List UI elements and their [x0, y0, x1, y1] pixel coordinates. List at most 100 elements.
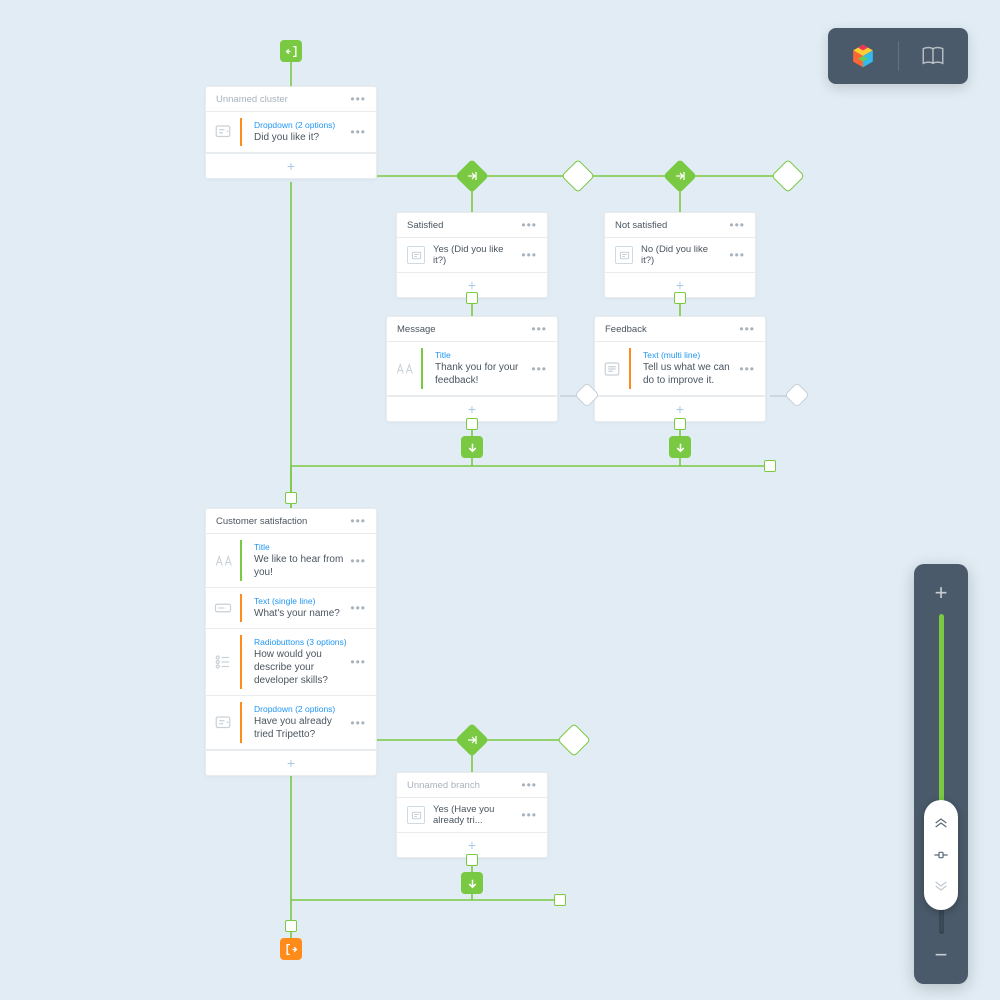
chevron-up-double-icon [933, 817, 949, 829]
row-menu[interactable]: ••• [350, 601, 366, 615]
docs-button[interactable] [899, 28, 969, 84]
field-row[interactable]: Text (single line) What's your name? ••• [206, 588, 376, 629]
branch-diamond-hollow[interactable] [561, 159, 595, 193]
cluster-menu[interactable]: ••• [739, 323, 755, 335]
field-row[interactable]: Text (multi line) Tell us what we can do… [595, 342, 765, 396]
condition-label: Yes (Did you like it?) [433, 244, 513, 266]
cluster-menu[interactable]: ••• [531, 323, 547, 335]
condition-row[interactable]: Yes (Did you like it?) ••• [397, 238, 547, 272]
connector-port[interactable] [285, 492, 297, 504]
field-row[interactable]: Title Thank you for your feedback! ••• [387, 342, 557, 396]
add-field-button[interactable]: + [206, 750, 376, 775]
field-type: Dropdown (2 options) [254, 120, 350, 130]
cluster-title: Feedback [605, 324, 647, 335]
field-label: Have you already tried Tripetto? [254, 715, 350, 741]
cluster-menu[interactable]: ••• [350, 515, 366, 527]
field-type: Dropdown (2 options) [254, 704, 350, 714]
field-label: We like to hear from you! [254, 553, 350, 579]
field-label: What's your name? [254, 607, 350, 620]
branch-end-diamond[interactable] [784, 382, 809, 407]
row-menu[interactable]: ••• [350, 125, 366, 139]
cluster-title: Message [397, 324, 436, 335]
field-row[interactable]: Dropdown (2 options) Did you like it? ••… [206, 112, 376, 153]
field-row[interactable]: Radiobuttons (3 options) How would you d… [206, 629, 376, 696]
continue-node[interactable] [461, 436, 483, 458]
zoom-slider-handle[interactable] [924, 800, 958, 910]
zoom-in-button[interactable]: + [935, 578, 948, 608]
field-type: Title [435, 350, 531, 360]
condition-row[interactable]: Yes (Have you already tri... ••• [397, 798, 547, 832]
branch-title: Satisfied [407, 220, 443, 231]
field-type: Text (multi line) [643, 350, 739, 360]
row-menu[interactable]: ••• [739, 362, 755, 376]
connector-port[interactable] [554, 894, 566, 906]
connector-port[interactable] [674, 292, 686, 304]
dropdown-icon [212, 121, 234, 143]
row-menu[interactable]: ••• [521, 249, 537, 261]
connector-port[interactable] [674, 418, 686, 430]
zoom-slider-fill [939, 614, 944, 812]
branch-menu[interactable]: ••• [521, 219, 537, 231]
condition-icon [407, 246, 425, 264]
toolbar [828, 28, 968, 84]
branch-not-satisfied[interactable]: Not satisfied ••• No (Did you like it?) … [604, 212, 756, 298]
field-type: Text (single line) [254, 596, 350, 606]
dropdown-icon [212, 712, 234, 734]
condition-icon [407, 806, 425, 824]
start-node[interactable] [280, 40, 302, 62]
row-menu[interactable]: ••• [521, 809, 537, 821]
connector-port[interactable] [466, 854, 478, 866]
zoom-slider-track[interactable] [939, 614, 944, 934]
row-menu[interactable]: ••• [350, 655, 366, 669]
fit-icon [933, 849, 949, 861]
cluster-customer-satisfaction[interactable]: Customer satisfaction ••• Title We like … [205, 508, 377, 776]
branch-diamond[interactable] [455, 159, 489, 193]
branch-menu[interactable]: ••• [729, 219, 745, 231]
connector-port[interactable] [285, 920, 297, 932]
branch-diamond-hollow[interactable] [771, 159, 805, 193]
cluster-unnamed[interactable]: Unnamed cluster ••• Dropdown (2 options)… [205, 86, 377, 179]
tripetto-logo-icon [849, 42, 877, 70]
zoom-panel: + − [914, 564, 968, 984]
end-node[interactable] [280, 938, 302, 960]
multiline-icon [601, 358, 623, 380]
cluster-menu[interactable]: ••• [350, 93, 366, 105]
connector-port[interactable] [764, 460, 776, 472]
branch-diamond-hollow[interactable] [557, 723, 591, 757]
branch-title: Not satisfied [615, 220, 667, 231]
branch-menu[interactable]: ••• [521, 779, 537, 791]
row-menu[interactable]: ••• [531, 362, 547, 376]
field-label: Did you like it? [254, 131, 350, 144]
branch-unnamed[interactable]: Unnamed branch ••• Yes (Have you already… [396, 772, 548, 858]
continue-node[interactable] [669, 436, 691, 458]
field-row[interactable]: Dropdown (2 options) Have you already tr… [206, 696, 376, 750]
branch-diamond[interactable] [455, 723, 489, 757]
add-field-button[interactable]: + [206, 153, 376, 178]
branch-title: Unnamed branch [407, 780, 480, 791]
row-menu[interactable]: ••• [729, 249, 745, 261]
connector-port[interactable] [466, 418, 478, 430]
cluster-title: Customer satisfaction [216, 516, 307, 527]
continue-node[interactable] [461, 872, 483, 894]
cluster-message[interactable]: Message ••• Title Thank you for your fee… [386, 316, 558, 422]
field-label: Thank you for your feedback! [435, 361, 531, 387]
field-label: How would you describe your developer sk… [254, 648, 350, 687]
cluster-feedback[interactable]: Feedback ••• Text (multi line) Tell us w… [594, 316, 766, 422]
row-menu[interactable]: ••• [350, 716, 366, 730]
title-icon [393, 358, 415, 380]
condition-row[interactable]: No (Did you like it?) ••• [605, 238, 755, 272]
field-type: Radiobuttons (3 options) [254, 637, 350, 647]
branch-satisfied[interactable]: Satisfied ••• Yes (Did you like it?) •••… [396, 212, 548, 298]
branch-diamond[interactable] [663, 159, 697, 193]
field-label: Tell us what we can do to improve it. [643, 361, 739, 387]
book-icon [920, 45, 946, 67]
logo-button[interactable] [828, 28, 898, 84]
singleline-icon [212, 597, 234, 619]
cluster-title: Unnamed cluster [216, 94, 288, 105]
field-row[interactable]: Title We like to hear from you! ••• [206, 534, 376, 588]
connector-port[interactable] [466, 292, 478, 304]
zoom-out-button[interactable]: − [935, 940, 948, 970]
chevron-down-double-icon [933, 880, 949, 892]
radio-icon [212, 651, 234, 673]
row-menu[interactable]: ••• [350, 554, 366, 568]
